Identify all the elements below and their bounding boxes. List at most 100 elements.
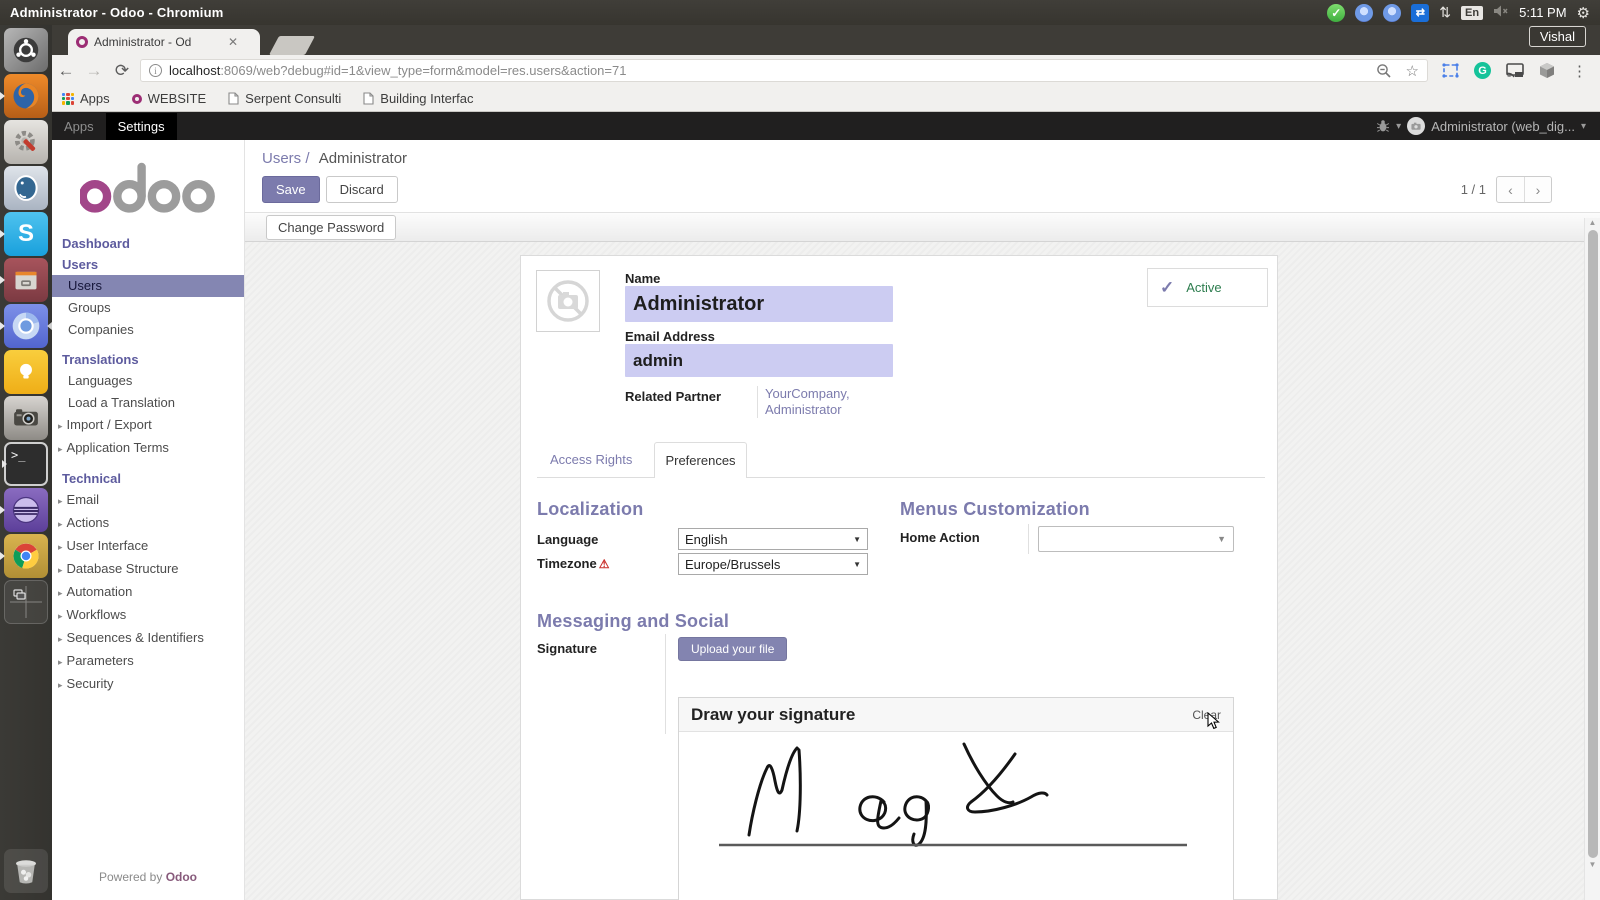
sidebar-item-import-export[interactable]: ▸Import / Export: [52, 414, 244, 437]
grammarly-extension-icon[interactable]: G: [1474, 62, 1491, 79]
sidebar-item-application-terms[interactable]: ▸Application Terms: [52, 437, 244, 460]
camera-icon[interactable]: [4, 396, 48, 440]
user-image-placeholder[interactable]: [536, 270, 600, 332]
url-bar[interactable]: i localhost :8069/web?debug#id=1&view_ty…: [140, 59, 1428, 82]
scroll-up-icon[interactable]: ▲: [1589, 218, 1597, 228]
combo-arrow-icon: ▼: [1217, 534, 1226, 544]
name-input[interactable]: Administrator: [625, 286, 893, 322]
sidebar-item-users[interactable]: Users: [52, 275, 244, 297]
scrollbar-thumb[interactable]: [1588, 230, 1598, 858]
chromium-indicator-icon[interactable]: [1355, 4, 1373, 22]
ubuntu-dash-icon[interactable]: [4, 28, 48, 72]
terminal-icon[interactable]: >_: [4, 442, 48, 486]
debug-caret-icon[interactable]: ▾: [1396, 121, 1401, 132]
cast-icon[interactable]: [1506, 63, 1524, 78]
chromium-indicator-icon[interactable]: [1383, 4, 1401, 22]
bookmark-star-icon[interactable]: ☆: [1406, 62, 1419, 80]
save-button[interactable]: Save: [262, 176, 320, 203]
volume-muted-icon[interactable]: [1493, 4, 1509, 21]
system-settings-icon[interactable]: [4, 120, 48, 164]
eclipse-icon[interactable]: [4, 488, 48, 532]
change-password-button[interactable]: Change Password: [266, 215, 396, 240]
keyboard-layout-indicator[interactable]: En: [1461, 6, 1483, 20]
debug-bug-icon[interactable]: [1376, 119, 1390, 133]
sidebar-item-groups[interactable]: Groups: [52, 297, 244, 319]
zoom-out-icon[interactable]: [1376, 63, 1392, 79]
upload-file-button[interactable]: Upload your file: [678, 637, 787, 661]
skype-status-icon[interactable]: ✓: [1327, 4, 1345, 22]
bookmark-apps[interactable]: Apps: [62, 91, 110, 106]
language-select[interactable]: English ▼: [678, 528, 868, 550]
browser-tab-active[interactable]: Administrator - Od ✕: [68, 29, 260, 55]
tab-close-icon[interactable]: ✕: [228, 35, 238, 49]
forward-button[interactable]: →: [80, 61, 108, 81]
page-scrollbar[interactable]: ▲ ▼: [1584, 218, 1600, 900]
odoo-nav-apps[interactable]: Apps: [52, 113, 106, 140]
breadcrumb-users-link[interactable]: Users /: [262, 150, 310, 167]
skype-icon[interactable]: S: [4, 212, 48, 256]
teamviewer-icon[interactable]: ⇄: [1411, 4, 1429, 22]
url-host: localhost: [169, 63, 220, 78]
sidebar-item-parameters[interactable]: ▸Parameters: [52, 650, 244, 673]
email-input[interactable]: admin: [625, 344, 893, 377]
user-avatar[interactable]: [1407, 117, 1425, 135]
sidebar-item-companies[interactable]: Companies: [52, 319, 244, 341]
unity-launcher: S >_: [0, 25, 52, 900]
pager-prev-button[interactable]: ‹: [1497, 177, 1524, 202]
sidebar-item-workflows[interactable]: ▸Workflows: [52, 604, 244, 627]
page-info-icon[interactable]: i: [149, 64, 162, 77]
form-sheet: Name Administrator Email Address admin R…: [520, 255, 1278, 900]
bookmark-building[interactable]: Building Interfac: [363, 91, 473, 106]
chromium-icon[interactable]: [4, 304, 48, 348]
user-caret-icon[interactable]: ▾: [1581, 121, 1586, 132]
sidebar-item-security[interactable]: ▸Security: [52, 673, 244, 696]
google-keep-icon[interactable]: [4, 350, 48, 394]
odoo-brand-link[interactable]: Odoo: [166, 870, 197, 884]
sidebar-item-actions[interactable]: ▸Actions: [52, 512, 244, 535]
clock[interactable]: 5:11 PM: [1519, 5, 1566, 20]
user-menu[interactable]: Administrator (web_dig...: [1431, 119, 1575, 134]
back-button[interactable]: ←: [52, 61, 80, 81]
tab-preferences[interactable]: Preferences: [654, 442, 747, 478]
localization-title: Localization: [537, 499, 643, 520]
chrome-icon[interactable]: [4, 534, 48, 578]
bookmark-website[interactable]: WEBSITE: [132, 91, 207, 106]
sidebar-item-languages[interactable]: Languages: [52, 370, 244, 392]
postgresql-icon[interactable]: [4, 166, 48, 210]
network-arrows-icon[interactable]: ⇅: [1439, 4, 1451, 21]
screenshot-extension-icon[interactable]: [1442, 63, 1459, 78]
scroll-down-icon[interactable]: ▼: [1589, 860, 1597, 870]
caret-right-icon: ▸: [58, 542, 63, 552]
language-label: Language: [537, 532, 598, 547]
odoo-nav-settings[interactable]: Settings: [106, 113, 177, 140]
caret-right-icon: ▸: [58, 657, 63, 667]
sidebar-item-email[interactable]: ▸Email: [52, 489, 244, 512]
sidebar-header-users[interactable]: Users: [52, 254, 244, 275]
cube-extension-icon[interactable]: [1539, 62, 1555, 79]
related-partner-link[interactable]: YourCompany, Administrator: [757, 386, 850, 418]
active-checkbox[interactable]: ✓ Active: [1147, 268, 1268, 307]
sidebar-item-user-interface[interactable]: ▸User Interface: [52, 535, 244, 558]
home-action-combobox[interactable]: ▼: [1038, 526, 1234, 552]
sidebar-item-automation[interactable]: ▸Automation: [52, 581, 244, 604]
sidebar-item-load-translation[interactable]: Load a Translation: [52, 392, 244, 414]
pager-next-button[interactable]: ›: [1524, 177, 1551, 202]
sidebar-item-dashboard[interactable]: Dashboard: [52, 233, 244, 254]
timezone-label: Timezone⚠: [537, 556, 609, 571]
tab-access-rights[interactable]: Access Rights: [550, 452, 632, 467]
reload-button[interactable]: ⟳: [108, 61, 136, 81]
browser-menu-icon[interactable]: ⋮: [1572, 62, 1587, 80]
workspace-switcher-icon[interactable]: [4, 580, 48, 624]
sidebar-item-database-structure[interactable]: ▸Database Structure: [52, 558, 244, 581]
new-tab-button[interactable]: [269, 36, 315, 55]
bookmark-serpent[interactable]: Serpent Consulti: [228, 91, 341, 106]
trash-icon[interactable]: [4, 849, 48, 893]
file-archive-icon[interactable]: [4, 258, 48, 302]
sidebar-item-sequences[interactable]: ▸Sequences & Identifiers: [52, 627, 244, 650]
timezone-select[interactable]: Europe/Brussels ▼: [678, 553, 868, 575]
firefox-icon[interactable]: [4, 74, 48, 118]
pager-count: 1 / 1: [1461, 182, 1486, 197]
signature-canvas[interactable]: [679, 732, 1233, 900]
discard-button[interactable]: Discard: [326, 176, 398, 203]
session-gear-icon[interactable]: ⚙: [1577, 4, 1590, 22]
